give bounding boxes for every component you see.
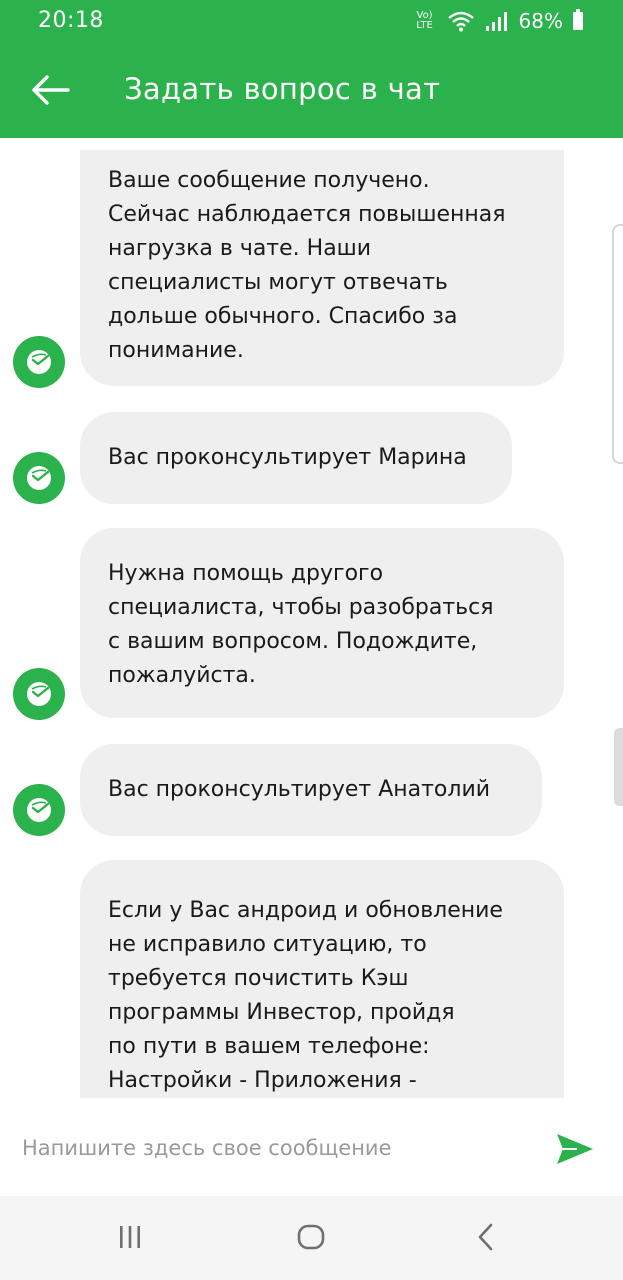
status-time: 20:18 <box>38 8 104 33</box>
sber-logo-icon <box>13 452 65 504</box>
sber-logo-icon <box>13 336 65 388</box>
app-bar: Задать вопрос в чат <box>0 42 623 138</box>
message-bubble: Вас проконсультирует Марина <box>80 412 512 504</box>
page-title: Задать вопрос в чат <box>124 72 441 106</box>
message-bubble: Нужна помощь другого специалиста, чтобы … <box>80 528 564 718</box>
back-button[interactable] <box>22 62 78 118</box>
composer <box>0 1098 623 1198</box>
battery-percent: 68% <box>518 9 563 33</box>
volte-icon: Vo) LTE <box>413 11 437 31</box>
sber-logo-glyph <box>27 466 51 490</box>
status-bar: 20:18 Vo) LTE 68% <box>0 0 623 42</box>
arrow-left-icon <box>32 75 70 105</box>
home-button[interactable] <box>281 1210 341 1264</box>
nav-back-button[interactable] <box>456 1210 516 1264</box>
wifi-icon <box>447 11 474 32</box>
sber-logo-glyph <box>27 350 51 374</box>
sber-logo-icon <box>13 784 65 836</box>
message-input[interactable] <box>22 1128 522 1168</box>
chat-area[interactable]: Ваше сообщение получено. Сейчас наблюдае… <box>0 138 623 1098</box>
sber-logo-glyph <box>27 682 51 706</box>
sber-logo-icon <box>13 668 65 720</box>
sber-logo-glyph <box>27 798 51 822</box>
status-indicators: Vo) LTE 68% <box>413 6 583 36</box>
system-nav-bar <box>0 1196 623 1280</box>
signal-icon <box>485 12 507 31</box>
scrollbar-thumb[interactable] <box>614 728 623 806</box>
send-button[interactable] <box>548 1126 602 1172</box>
nav-back-icon <box>478 1223 493 1251</box>
lte-label: LTE <box>416 20 433 31</box>
recents-button[interactable] <box>100 1210 160 1264</box>
home-icon <box>297 1224 325 1250</box>
message-bubble: Если у Вас андроид и обновление не испра… <box>80 860 564 1098</box>
send-icon <box>557 1134 593 1164</box>
recents-icon <box>120 1226 140 1248</box>
message-bubble: Ваше сообщение получено. Сейчас наблюдае… <box>80 150 564 386</box>
message-bubble: Вас проконсультирует Анатолий <box>80 744 542 836</box>
battery-icon <box>573 9 583 30</box>
scroll-indicator[interactable] <box>612 224 623 464</box>
